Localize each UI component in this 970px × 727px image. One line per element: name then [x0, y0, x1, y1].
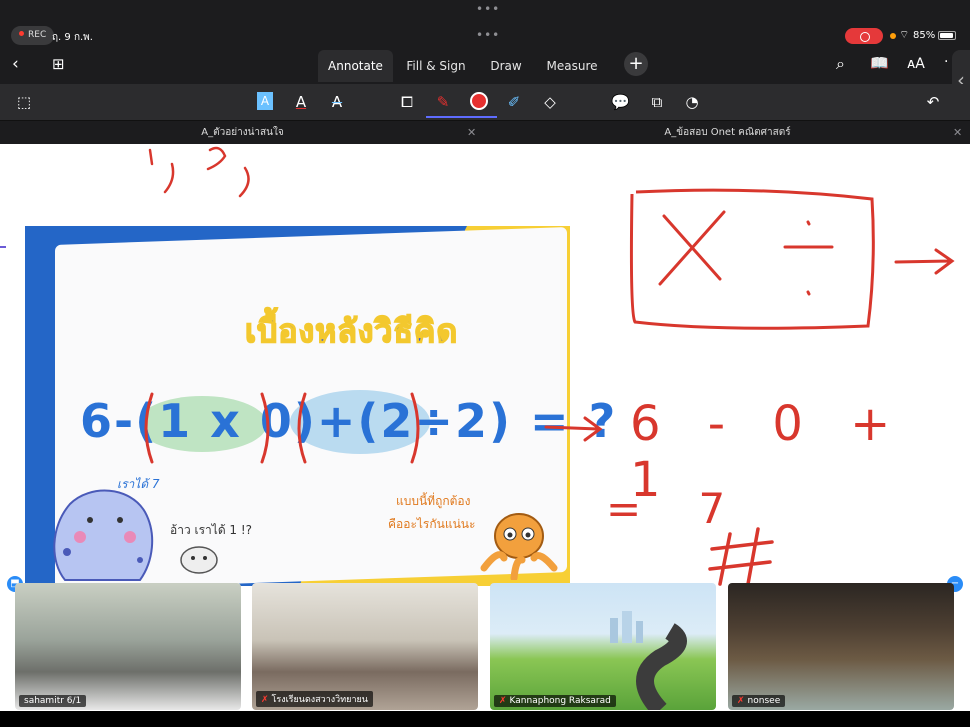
status-date: ฤ. 9 ก.พ.	[52, 32, 93, 43]
text-underline-icon[interactable]: A	[292, 90, 310, 114]
color-red-icon[interactable]	[470, 92, 488, 110]
bottom-bar	[0, 711, 970, 727]
status-bar: ••• REC ฤ. 9 ก.พ. ••• ⌔ 85%	[0, 0, 970, 46]
participant-name: sahamitr 6/1	[19, 695, 87, 707]
participant-tile-3[interactable]: ✗ Kannaphong Raksarad	[490, 583, 716, 710]
rec-label: REC	[28, 30, 47, 40]
participant-tile-2[interactable]: ✗ โรงเรียนดงสวางวิทยายน	[252, 583, 478, 710]
crop-icon[interactable]: ⧠	[398, 90, 416, 114]
more-icon[interactable]: ·	[944, 54, 948, 70]
battery-icon	[938, 31, 956, 40]
undo-icon[interactable]: ↶	[924, 90, 942, 114]
marquee-select-icon[interactable]: ⬚	[14, 90, 34, 114]
comment-icon[interactable]: 💬	[611, 90, 630, 114]
participant-tile-1[interactable]: sahamitr 6/1	[15, 583, 241, 710]
mic-muted-icon: ✗	[499, 696, 507, 706]
active-tool-indicator	[426, 116, 497, 118]
wifi-icon: ⌔	[899, 28, 910, 41]
doc-tab-left[interactable]: A_ตัวอย่างน่าสนใจ	[0, 121, 485, 145]
mic-indicator-icon	[890, 33, 896, 39]
participant-name: ✗ nonsee	[732, 695, 786, 707]
participant-name: ✗ Kannaphong Raksarad	[494, 695, 616, 707]
document-tabs: A_ตัวอย่างน่าสนใจ ✕ A_ข้อสอบ Onet คณิตศา…	[0, 120, 970, 144]
text-size-icon[interactable]: ᴀA	[907, 56, 925, 72]
back-icon[interactable]: ‹	[12, 54, 19, 74]
tab-fill-sign[interactable]: Fill & Sign	[400, 50, 472, 82]
highlighter-icon[interactable]: ✐	[505, 90, 523, 114]
reader-icon[interactable]: 📖	[870, 54, 889, 72]
close-icon[interactable]: ✕	[953, 121, 962, 145]
window-dots-icon[interactable]: •••	[476, 28, 500, 42]
tab-annotate[interactable]: Annotate	[318, 50, 393, 82]
battery-percent: 85%	[913, 30, 936, 41]
text-highlight-icon[interactable]: A	[257, 92, 273, 110]
video-strip: ⬒ − sahamitr 6/1 ✗โรงเรียนดงสวางวิทยายน …	[0, 576, 970, 727]
eraser-icon[interactable]: ◇	[541, 90, 559, 114]
record-dot-icon	[19, 31, 24, 36]
mic-muted-icon: ✗	[737, 696, 745, 706]
nav-bar: ‹ ⊞ Annotate Fill & Sign Draw Measure + …	[0, 46, 970, 84]
close-icon[interactable]: ✕	[467, 121, 476, 145]
recording-pill: REC	[11, 26, 55, 45]
participant-name: ✗ โรงเรียนดงสวางวิทยายน	[256, 691, 373, 707]
participant-tile-4[interactable]: ✗ nonsee	[728, 583, 954, 710]
doc-tab-right[interactable]: A_ข้อสอบ Onet คณิตศาสตร์	[485, 121, 970, 145]
ink-result: = 7	[606, 484, 748, 533]
text-strikethrough-icon[interactable]: A	[328, 90, 346, 114]
road-background	[610, 611, 687, 710]
tab-measure[interactable]: Measure	[540, 50, 604, 82]
annotation-toolbar: ⬚ A A A ⧠ ✎ ✐ ◇ 💬 ⧉ ◔ ↶	[0, 84, 970, 120]
multitask-dots-icon[interactable]: •••	[476, 2, 500, 16]
grid-view-icon[interactable]: ⊞	[52, 55, 65, 73]
screen-record-indicator[interactable]	[845, 28, 883, 44]
lasso-icon[interactable]: ◔	[683, 90, 701, 114]
pen-icon[interactable]: ✎	[434, 90, 452, 114]
shapes-icon[interactable]: ⧉	[648, 90, 666, 114]
mic-muted-icon: ✗	[261, 695, 269, 705]
tab-draw[interactable]: Draw	[484, 50, 528, 82]
search-icon[interactable]: ⌕	[836, 54, 845, 74]
add-tool-button[interactable]: +	[624, 52, 648, 76]
